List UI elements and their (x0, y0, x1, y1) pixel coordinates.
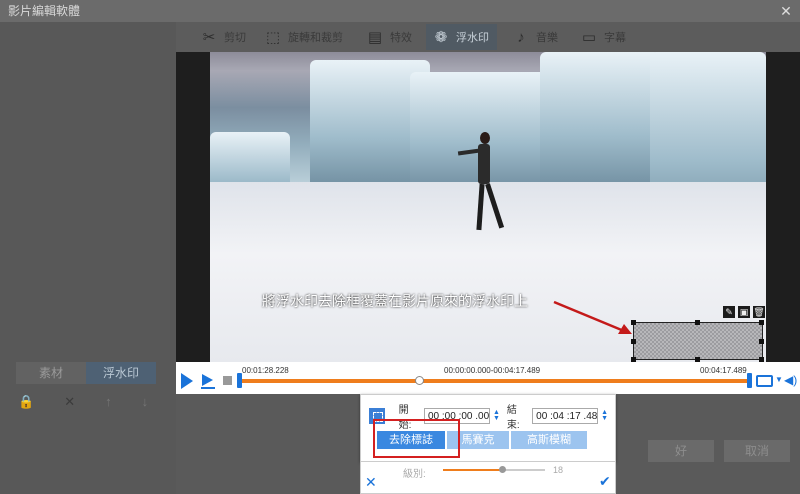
resize-handle[interactable] (695, 320, 700, 325)
editor-tabbar: ✂ 剪切 ⬚ 旋轉和裁剪 ▤ 特效 ❁ 浮水印 ♪ 音樂 ▭ 字幕 (176, 22, 800, 52)
lock-icon[interactable]: 🔒 (18, 394, 34, 410)
resize-handle[interactable] (631, 339, 636, 344)
ice-formation (540, 52, 660, 192)
video-frame (210, 52, 766, 362)
crop-icon: ⬚ (265, 29, 281, 46)
highlight-box (373, 419, 460, 458)
instruction-overlay-text: 將浮水印去除框覆蓋在影片原來的浮水印上 (262, 294, 528, 310)
move-down-icon[interactable]: ↓ (142, 394, 149, 410)
tab-rotate-crop[interactable]: ⬚ 旋轉和裁剪 (262, 24, 343, 50)
video-preview-area (176, 52, 800, 362)
close-icon[interactable]: ✕ (772, 0, 800, 22)
tab-label: 剪切 (224, 32, 246, 44)
watermark-icon: ❁ (434, 29, 448, 46)
playhead[interactable] (414, 376, 424, 385)
resize-handle[interactable] (759, 339, 764, 344)
level-label: 級別: (403, 469, 426, 480)
subtitle-icon: ▭ (581, 29, 597, 46)
start-spinner-icon[interactable]: ▲ ▼ (493, 409, 501, 422)
level-slider-thumb[interactable] (499, 466, 507, 473)
watermark-settings-footer: 級別: 18 ✕ ✔ (360, 462, 616, 494)
tab-cut[interactable]: ✂ 剪切 (198, 24, 246, 50)
violinist-figure (457, 132, 505, 252)
level-value: 18 (553, 465, 564, 475)
confirm-check-icon[interactable]: ✔ (599, 473, 611, 490)
end-label: 結束: (506, 405, 520, 431)
cancel-button[interactable]: 取消 (724, 440, 790, 462)
range-time-label: 00:00:00.000-00:04:17.489 (444, 366, 541, 375)
trim-start-handle[interactable] (237, 373, 242, 388)
ok-button[interactable]: 好 (648, 440, 714, 462)
tab-label: 旋轉和裁剪 (288, 32, 343, 44)
tab-label: 字幕 (604, 32, 626, 44)
close-icon[interactable]: ✕ (365, 474, 377, 491)
play-icon[interactable] (181, 373, 193, 389)
stop-icon[interactable] (223, 376, 232, 385)
tab-label: 音樂 (536, 32, 558, 44)
gaussian-blur-button[interactable]: 高斯模糊 (511, 431, 587, 449)
trash-icon[interactable]: 🗑 (753, 306, 765, 318)
tab-effects[interactable]: ▤ 特效 (364, 24, 412, 50)
tab-materials[interactable]: 素材 (16, 362, 86, 384)
title-bar: 影片編輯軟體 ✕ (0, 0, 800, 22)
end-time-field[interactable] (532, 408, 599, 424)
resize-handle[interactable] (631, 320, 636, 325)
play-selection-icon[interactable] (200, 373, 216, 389)
tab-subtitle[interactable]: ▭ 字幕 (578, 24, 626, 50)
level-slider-fill (443, 469, 503, 471)
left-panel-tools: 🔒 ✕ ↑ ↓ (18, 394, 148, 410)
timeline-bar: 00:01:28.228 00:00:00.000-00:04:17.489 0… (176, 362, 800, 394)
watermark-removal-box[interactable] (633, 322, 763, 360)
tab-label: 特效 (390, 32, 412, 44)
tab-watermark-list[interactable]: 浮水印 (86, 362, 156, 384)
tab-music[interactable]: ♪ 音樂 (510, 24, 558, 50)
window-title: 影片編輯軟體 (8, 4, 81, 18)
camera-icon[interactable] (756, 375, 773, 387)
image-icon[interactable]: ▣ (738, 306, 750, 318)
timeline-track[interactable] (240, 379, 750, 383)
resize-handle[interactable] (759, 320, 764, 325)
edit-icon[interactable]: ✎ (723, 306, 735, 318)
watermark-box-tools: ✎ ▣ 🗑 (723, 306, 765, 318)
trim-end-handle[interactable] (747, 373, 752, 388)
chevron-down-icon[interactable]: ▼ (775, 375, 783, 384)
move-up-icon[interactable]: ↑ (105, 394, 112, 410)
music-icon: ♪ (517, 28, 525, 46)
scissors-icon: ✂ (202, 29, 216, 46)
volume-icon[interactable]: ◀) (784, 373, 797, 387)
end-time-label: 00:04:17.489 (700, 366, 747, 375)
left-panel: 素材 浮水印 🔒 ✕ ↑ ↓ (0, 22, 176, 494)
tab-watermark[interactable]: ❁ 浮水印 (426, 24, 497, 50)
start-time-label: 00:01:28.228 (242, 366, 289, 375)
end-spinner-icon[interactable]: ▲ ▼ (601, 409, 609, 422)
delete-icon[interactable]: ✕ (64, 394, 75, 410)
tab-label: 浮水印 (456, 32, 489, 44)
left-panel-tabs: 素材 浮水印 (16, 362, 156, 384)
film-effect-icon: ▤ (367, 29, 383, 46)
